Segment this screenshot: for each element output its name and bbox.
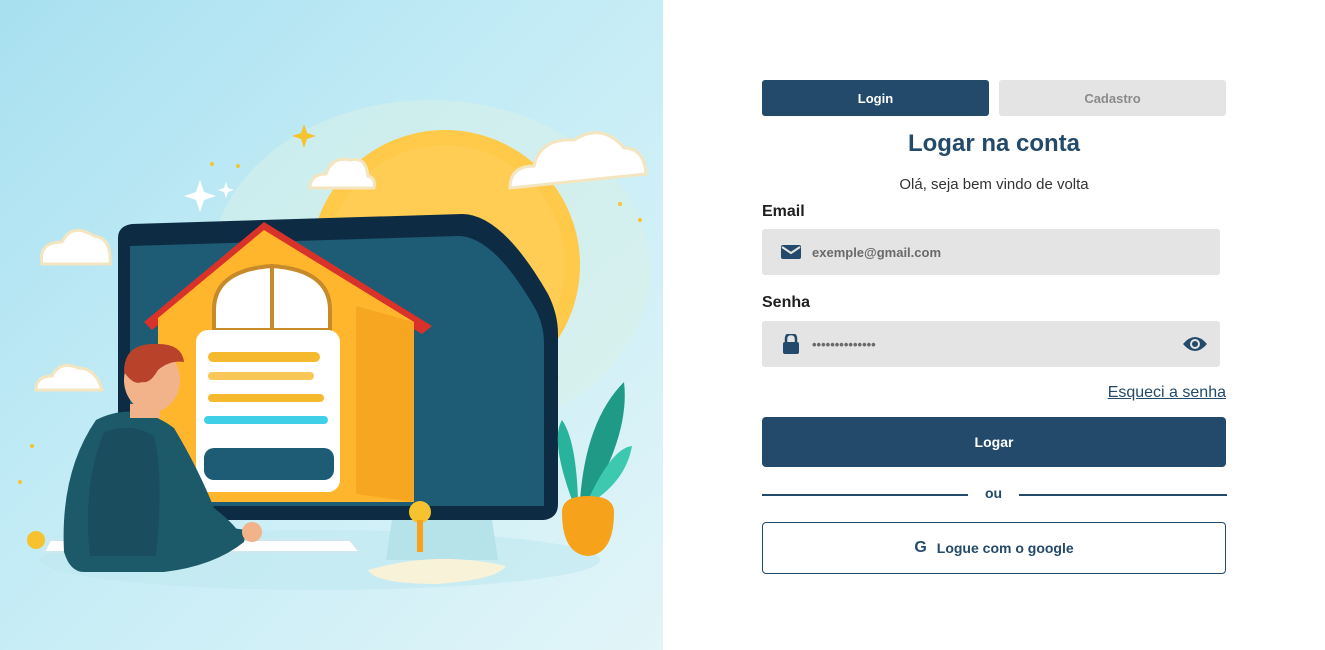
login-illustration (18, 100, 650, 590)
password-field[interactable] (762, 321, 1220, 367)
login-panel: Login Cadastro Logar na conta Olá, seja … (762, 80, 1227, 574)
google-icon: G (914, 539, 927, 556)
divider-line-left (762, 494, 968, 496)
forgot-password-link[interactable]: Esqueci a senha (1108, 384, 1226, 402)
hero-illustration (0, 0, 663, 650)
lock-icon (780, 332, 802, 354)
eye-icon[interactable] (1182, 333, 1208, 355)
page-subtitle: Olá, seja bem vindo de volta (899, 176, 1089, 193)
google-login-button[interactable]: G Logue com o google (762, 522, 1226, 574)
divider-label: ou (984, 485, 1003, 501)
or-divider: ou (762, 485, 1227, 505)
password-label: Senha (762, 294, 811, 311)
email-input[interactable] (812, 229, 1172, 275)
tab-signup[interactable]: Cadastro (999, 80, 1226, 116)
auth-tabs: Login Cadastro (762, 80, 1226, 116)
divider-line-right (1019, 494, 1227, 496)
password-input[interactable] (812, 321, 1172, 367)
login-button[interactable]: Logar (762, 417, 1226, 467)
envelope-icon (780, 242, 802, 262)
google-login-label: Logue com o google (936, 540, 1074, 556)
page-title: Logar na conta (907, 130, 1081, 157)
email-label: Email (762, 203, 805, 220)
email-field[interactable] (762, 229, 1220, 275)
tab-login[interactable]: Login (762, 80, 989, 116)
